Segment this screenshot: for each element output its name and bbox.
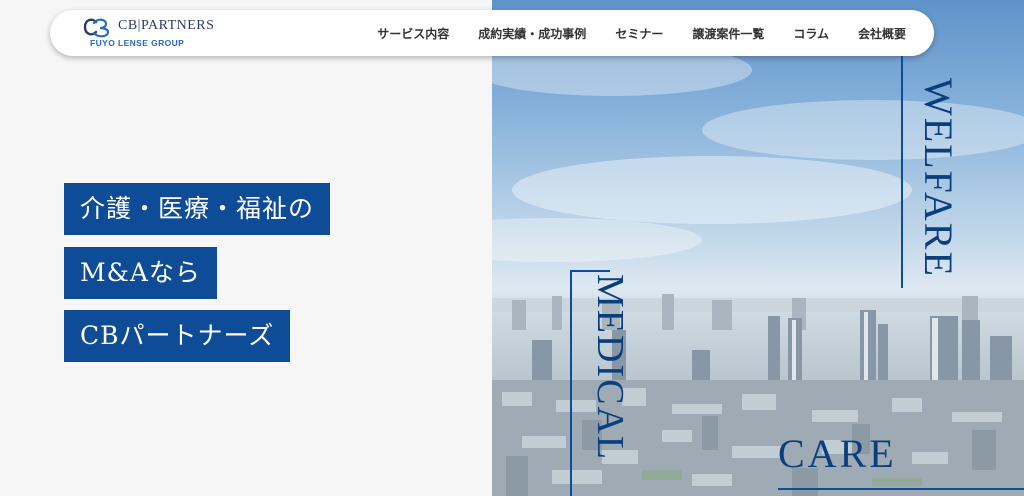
header-navbar: CB|PARTNERS FUYO LENSE GROUP サービス内容 成約実績…	[50, 10, 934, 56]
medical-line	[570, 270, 572, 496]
cb-partners-logo[interactable]: CB|PARTNERS FUYO LENSE GROUP	[82, 17, 222, 51]
hero-tagline-line-2: M&Aなら	[64, 247, 217, 299]
nav-item-company[interactable]: 会社概要	[858, 25, 906, 42]
hero-tagline-line-1: 介護・医療・福祉の	[64, 183, 331, 235]
hero-tagline-line-3: CBパートナーズ	[64, 310, 291, 362]
medical-top-line	[570, 270, 610, 272]
cb-logo-icon	[83, 18, 110, 38]
welfare-word: WELFARE	[916, 78, 961, 278]
main-nav-menu: サービス内容 成約実績・成功事例 セミナー 譲渡案件一覧 コラム 会社概要	[377, 10, 906, 56]
nav-item-results[interactable]: 成約実績・成功事例	[478, 25, 586, 42]
logo-group-name: FUYO LENSE GROUP	[90, 38, 185, 48]
logo-company-name: CB|PARTNERS	[118, 18, 215, 33]
welfare-line	[901, 56, 903, 288]
nav-item-column[interactable]: コラム	[793, 25, 829, 42]
nav-item-seminar[interactable]: セミナー	[615, 25, 663, 42]
medical-word: MEDICAL	[589, 274, 631, 462]
nav-item-listings[interactable]: 譲渡案件一覧	[692, 25, 764, 42]
nav-item-services[interactable]: サービス内容	[377, 25, 449, 42]
care-line	[778, 488, 1024, 490]
care-word: CARE	[778, 431, 897, 476]
